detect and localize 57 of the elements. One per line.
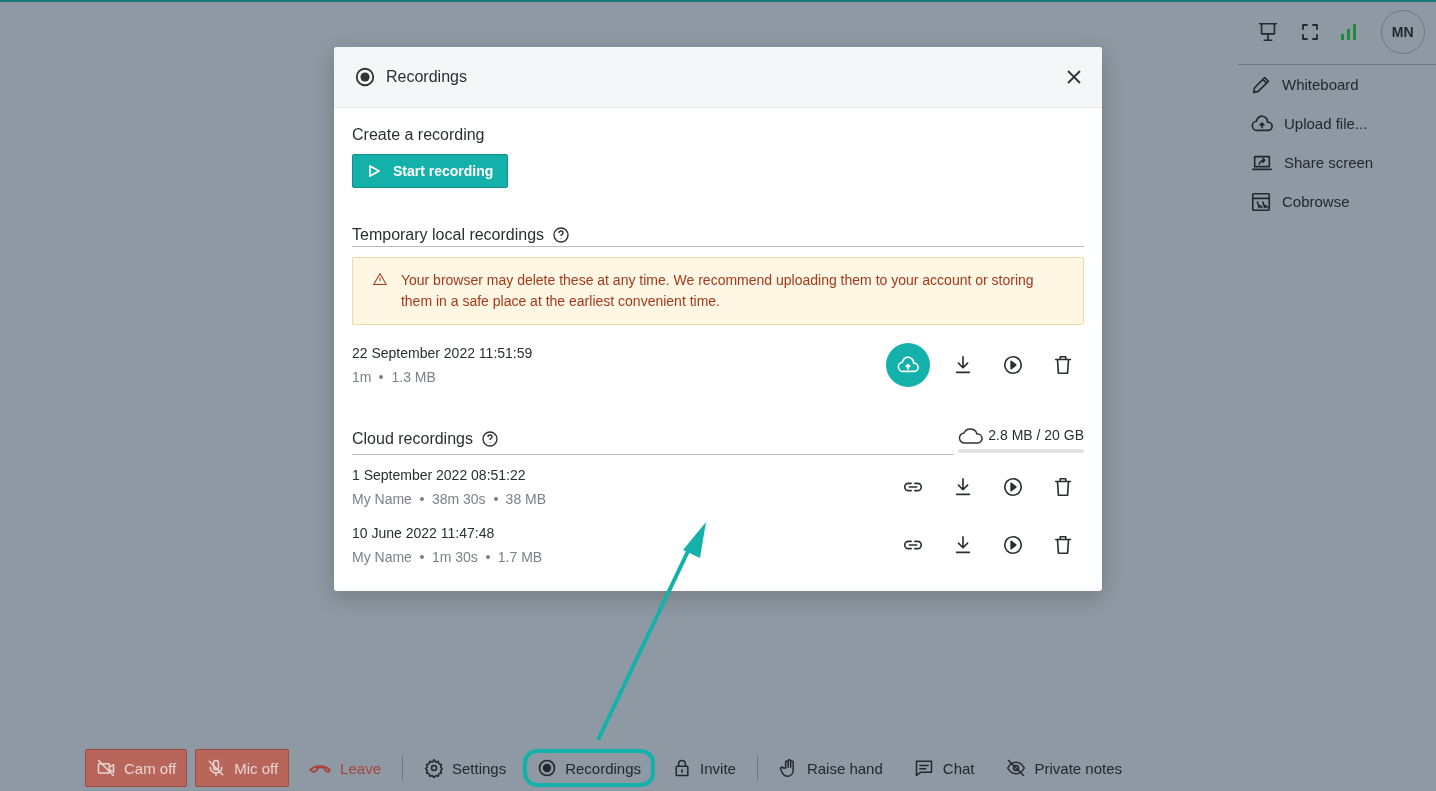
- toolbar-button[interactable]: Recordings: [523, 749, 656, 787]
- separator-dot: [485, 555, 490, 559]
- recording-detail: 1.7 MB: [497, 549, 543, 565]
- recording-date: 1 September 2022 08:51:22: [352, 467, 527, 483]
- side-menu-item[interactable]: Whiteboard: [1238, 65, 1436, 104]
- separator-dot: [493, 497, 498, 501]
- help-icon[interactable]: [480, 430, 499, 448]
- section-heading: Temporary local recordings: [352, 226, 545, 244]
- upload-button[interactable]: [886, 343, 930, 387]
- storage-usage: 2.8 MB / 20 GB: [988, 427, 1084, 443]
- recording-detail: 1m: [352, 369, 372, 385]
- recording-detail: 1m 30s: [431, 549, 478, 565]
- camera-off-icon: [95, 758, 116, 778]
- record-icon: [354, 66, 376, 88]
- settings-icon: [424, 758, 444, 778]
- start-recording-button[interactable]: Start recording: [352, 154, 509, 188]
- recording-detail: 38m 30s: [431, 491, 486, 507]
- play-icon[interactable]: [1002, 476, 1024, 498]
- recording-date: 22 September 2022 11:51:59: [352, 345, 533, 361]
- recording-date: 10 June 2022 11:47:48: [352, 525, 496, 541]
- play-icon[interactable]: [1002, 534, 1024, 556]
- toolbar-button[interactable]: Chat: [899, 749, 988, 787]
- toolbar-button[interactable]: Private notes: [991, 749, 1136, 787]
- trash-icon[interactable]: [1052, 534, 1074, 556]
- separator-dot: [419, 497, 424, 501]
- toolbar-button[interactable]: Raise hand: [765, 749, 896, 787]
- section-heading: Create a recording: [352, 126, 486, 144]
- cloud-icon: [958, 425, 985, 445]
- recording-detail: 38 MB: [505, 491, 547, 507]
- fullscreen-icon[interactable]: [1301, 24, 1318, 40]
- eye-off-icon: [1004, 758, 1027, 778]
- toolbar-button[interactable]: Invite: [659, 749, 749, 787]
- presentation-icon[interactable]: [1257, 21, 1280, 43]
- toolbar-button[interactable]: Settings: [411, 749, 520, 787]
- dialog-title: Recordings: [386, 68, 468, 86]
- signal-icon: [1340, 23, 1359, 41]
- toolbar-button[interactable]: Cam off: [84, 749, 188, 787]
- side-menu-item[interactable]: Cobrowse: [1238, 182, 1436, 221]
- recording-detail: My Name: [352, 549, 412, 565]
- warning-icon: [373, 270, 387, 288]
- play-icon: [367, 164, 381, 178]
- help-icon[interactable]: [552, 226, 571, 244]
- toolbar-button[interactable]: Mic off: [195, 749, 290, 787]
- separator-dot: [379, 375, 384, 379]
- record-icon: [537, 758, 558, 778]
- close-icon[interactable]: [1066, 69, 1082, 85]
- play-icon[interactable]: [1002, 354, 1024, 376]
- trash-icon[interactable]: [1052, 354, 1074, 376]
- trash-icon[interactable]: [1052, 476, 1074, 498]
- section-heading: Cloud recordings: [352, 430, 473, 448]
- separator-dot: [419, 555, 424, 559]
- side-menu-item[interactable]: Upload file...: [1238, 104, 1436, 143]
- browser-cursor-icon: [1250, 190, 1272, 213]
- warning-text: Your browser may delete these at any time. We recommend uploading them to your account or storing them in a safe place at the earliest convenient time.: [400, 271, 1035, 311]
- side-menu-item[interactable]: Share screen: [1238, 143, 1436, 182]
- recording-detail: My Name: [352, 491, 412, 507]
- recording-detail: 1.3 MB: [391, 369, 436, 385]
